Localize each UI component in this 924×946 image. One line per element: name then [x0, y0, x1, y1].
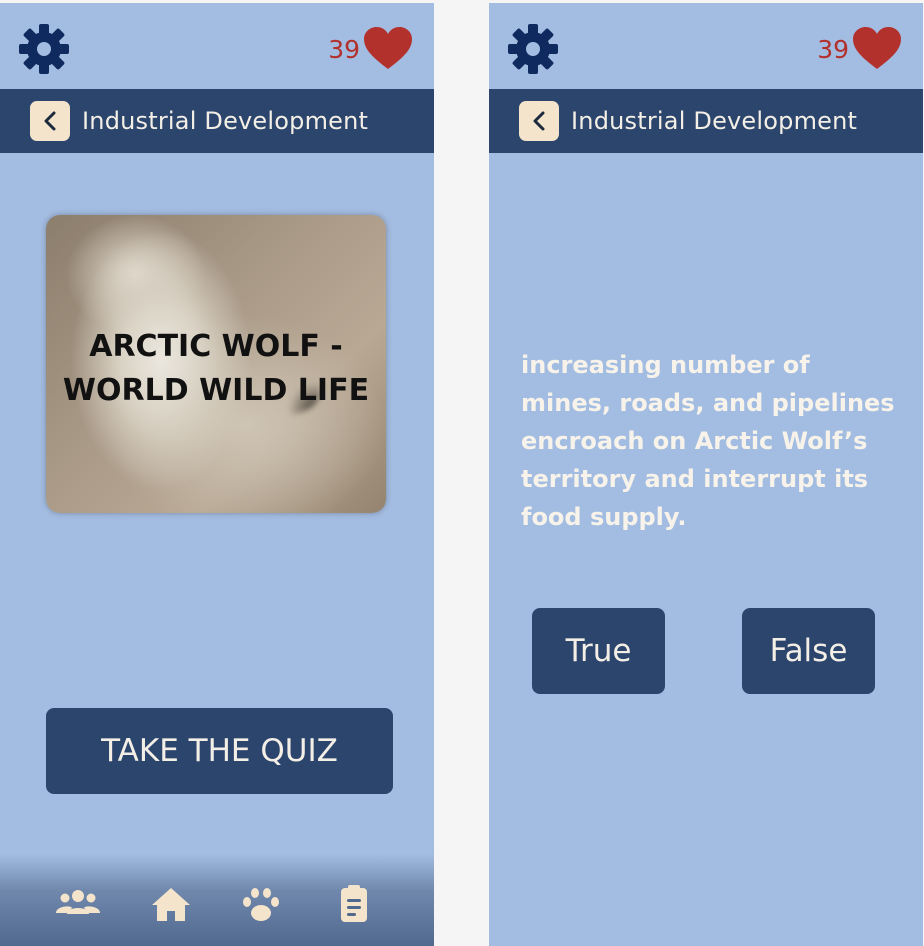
back-button[interactable]: [30, 101, 70, 141]
gear-icon[interactable]: [18, 23, 70, 75]
gear-icon[interactable]: [507, 23, 559, 75]
false-button[interactable]: False: [742, 608, 875, 694]
header-bar: Industrial Development: [0, 89, 434, 153]
article-title-line1: ARCTIC WOLF -: [89, 329, 343, 364]
lives-count: 39: [817, 34, 849, 64]
article-screen: 39 Industrial Development ARCTIC WOLF - …: [0, 3, 434, 946]
page-title: Industrial Development: [82, 107, 369, 135]
article-title-line2: WORLD WILD LIFE: [62, 373, 370, 408]
bottom-navigation: [0, 854, 434, 946]
paw-icon[interactable]: [238, 884, 284, 924]
home-icon[interactable]: [148, 884, 194, 924]
take-quiz-button[interactable]: TAKE THE QUIZ: [46, 708, 393, 794]
arctic-wolf-article-card[interactable]: ARCTIC WOLF - WORLD WILD LIFE: [46, 215, 386, 513]
article-title: ARCTIC WOLF - WORLD WILD LIFE: [46, 325, 386, 413]
chevron-left-icon: [533, 111, 545, 131]
clipboard-icon[interactable]: [331, 884, 377, 924]
community-icon[interactable]: [55, 884, 101, 924]
header-bar: Industrial Development: [489, 89, 923, 153]
chevron-left-icon: [44, 111, 56, 131]
quiz-screen: 39 Industrial Development increasing num…: [489, 3, 923, 946]
true-button[interactable]: True: [532, 608, 665, 694]
top-bar: 39: [0, 3, 434, 89]
lives-counter: 39: [817, 27, 901, 71]
quiz-question: increasing number of mines, roads, and p…: [521, 351, 895, 531]
lives-count: 39: [328, 34, 360, 64]
heart-icon: [853, 27, 901, 69]
back-button[interactable]: [519, 101, 559, 141]
page-title: Industrial Development: [571, 107, 858, 135]
heart-icon: [364, 27, 412, 69]
top-bar: 39: [489, 3, 923, 89]
lives-counter: 39: [328, 27, 412, 71]
